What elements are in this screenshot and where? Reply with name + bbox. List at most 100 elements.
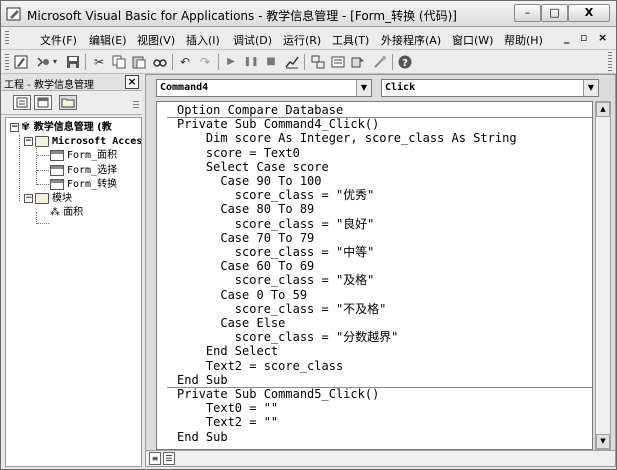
project-pane-close-button[interactable]: × [125, 75, 139, 89]
procedure-view-icon[interactable]: ≡ [149, 452, 161, 465]
save-icon[interactable] [65, 54, 81, 70]
project-root-label: 教学信息管理 (教 [33, 122, 112, 133]
tree-node-form-convert[interactable]: Form_转换 [50, 178, 117, 191]
menu-run[interactable]: 运行(R) [283, 32, 321, 48]
code-line[interactable]: Case 80 To 89 [177, 202, 314, 216]
design-mode-icon[interactable] [284, 54, 300, 70]
collapse-icon[interactable]: − [24, 136, 33, 146]
menu-file[interactable]: 文件(F) [40, 32, 77, 48]
chevron-down-icon[interactable]: ▼ [356, 80, 371, 96]
code-line[interactable]: Select Case score [177, 160, 329, 174]
paste-icon[interactable] [131, 54, 147, 70]
menu-tools[interactable]: 工具(T) [332, 32, 369, 48]
folder-icon [35, 192, 49, 204]
maximize-button[interactable]: □ [541, 4, 568, 22]
code-line[interactable]: Text2 = "" [177, 415, 278, 429]
find-icon[interactable] [152, 54, 168, 70]
toolbar-end-grip-icon[interactable] [608, 52, 612, 72]
insert-dropdown-icon[interactable]: ▾ [51, 54, 59, 70]
module-icon: ⁂ [50, 207, 60, 218]
vba-app-icon [6, 7, 21, 21]
code-line[interactable]: Case Else [177, 316, 285, 330]
tree-node-access-objects[interactable]: − Microsoft Acces [24, 135, 142, 148]
tree-node-module-area[interactable]: ⁂ 面积 [50, 206, 83, 219]
tree-node-form-area[interactable]: Form_面积 [50, 149, 117, 162]
code-line[interactable]: Text2 = score_class [177, 359, 343, 373]
menu-view[interactable]: 视图(V) [137, 32, 175, 48]
code-editor[interactable]: Option Compare Database Private Sub Comma… [156, 101, 593, 450]
run-icon[interactable]: ▶ [223, 54, 239, 70]
code-line[interactable]: Case 90 To 100 [177, 174, 321, 188]
undo-icon[interactable]: ↶ [177, 54, 193, 70]
access-folder-label: Microsoft Acces [52, 136, 142, 147]
code-line[interactable]: Private Sub Command5_Click() [177, 387, 379, 401]
horizontal-scrollbar[interactable]: ≡ ☰ [146, 450, 615, 466]
object-browser-icon[interactable] [350, 54, 366, 70]
modules-folder-label: 模块 [52, 193, 72, 204]
insert-module-icon[interactable] [35, 54, 51, 70]
toggle-folders-icon[interactable] [59, 95, 77, 110]
mdi-close-button[interactable]: × [598, 31, 607, 44]
cut-icon[interactable]: ✂ [91, 54, 107, 70]
break-icon[interactable]: ❚❚ [243, 54, 259, 70]
tree-node-form-select[interactable]: Form_选择 [50, 164, 117, 177]
code-line[interactable]: Case 0 To 59 [177, 288, 307, 302]
svg-text:?: ? [402, 58, 408, 69]
view-code-icon[interactable] [13, 95, 31, 110]
reset-icon[interactable]: ■ [263, 54, 279, 70]
procedure-combo[interactable]: Click ▼ [381, 79, 599, 97]
code-line[interactable]: End Sub [177, 373, 228, 387]
scroll-down-icon[interactable]: ▼ [596, 434, 610, 449]
toolbar-separator [85, 54, 86, 70]
menubar-grip-icon[interactable] [5, 31, 9, 46]
project-tree: − ✾ 教学信息管理 (教 − Microsoft Acces Form_面积 Fo… [5, 117, 142, 467]
project-explorer-icon[interactable] [310, 54, 326, 70]
toolbar-separator [172, 54, 173, 70]
toolbar-grip-icon[interactable] [5, 54, 9, 70]
tree-line [37, 170, 49, 171]
mdi-restore-button[interactable]: ▫ [580, 31, 587, 44]
minimize-button[interactable]: – [514, 4, 541, 22]
code-line[interactable]: Case 70 To 79 [177, 231, 314, 245]
view-access-icon[interactable] [13, 54, 29, 70]
code-line[interactable]: score_class = "中等" [177, 245, 375, 259]
toolbox-icon[interactable] [372, 54, 388, 70]
code-line[interactable]: score_class = "分数越界" [177, 330, 399, 344]
code-line[interactable]: score_class = "及格" [177, 273, 375, 287]
help-icon[interactable]: ? [397, 54, 413, 70]
code-line[interactable]: End Sub [177, 430, 228, 444]
menu-help[interactable]: 帮助(H) [504, 32, 543, 48]
code-line[interactable]: Text0 = "" [177, 401, 278, 415]
code-line[interactable]: score = Text0 [177, 146, 300, 160]
collapse-icon[interactable]: − [10, 122, 19, 132]
code-line[interactable]: Option Compare Database [177, 103, 343, 117]
close-button[interactable]: X [568, 4, 610, 22]
menu-edit[interactable]: 编辑(E) [89, 32, 127, 48]
code-line[interactable]: Dim score As Integer, score_class As Str… [177, 131, 517, 145]
properties-window-icon[interactable] [330, 54, 346, 70]
code-line[interactable]: Private Sub Command4_Click() [177, 117, 379, 131]
code-line[interactable]: Case 60 To 69 [177, 259, 314, 273]
code-line[interactable]: score_class = "优秀" [177, 188, 375, 202]
tree-node-modules[interactable]: − 模块 [24, 192, 72, 205]
code-line[interactable]: score_class = "良好" [177, 217, 375, 231]
menu-debug[interactable]: 调试(D) [233, 32, 272, 48]
object-combo[interactable]: Command4 ▼ [156, 79, 372, 97]
code-line[interactable]: End Select [177, 344, 278, 358]
collapse-icon[interactable]: − [24, 193, 33, 203]
full-module-view-icon[interactable]: ☰ [163, 452, 175, 465]
mdi-minimize-button[interactable]: _ [564, 31, 570, 44]
menu-window[interactable]: 窗口(W) [452, 32, 493, 48]
code-line[interactable]: score_class = "不及格" [177, 302, 387, 316]
scroll-up-icon[interactable]: ▲ [596, 102, 610, 117]
procedure-separator [167, 116, 592, 118]
menu-addins[interactable]: 外接程序(A) [381, 32, 441, 48]
redo-icon[interactable]: ↷ [197, 54, 213, 70]
code-window: Command4 ▼ Click ▼ Option Compare Databa… [145, 74, 616, 467]
chevron-down-icon[interactable]: ▼ [583, 80, 598, 96]
copy-icon[interactable] [111, 54, 127, 70]
menu-insert[interactable]: 插入(I) [186, 32, 220, 48]
tree-node-project[interactable]: − ✾ 教学信息管理 (教 [10, 120, 112, 134]
vertical-scrollbar[interactable]: ▲ ▼ [595, 101, 611, 450]
view-object-icon[interactable] [34, 95, 52, 110]
